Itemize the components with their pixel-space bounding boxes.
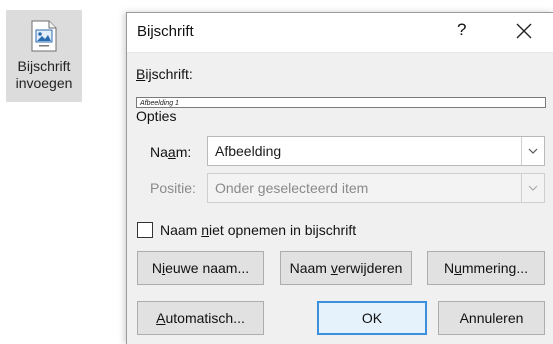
caption-label: Bijschrift:	[136, 66, 193, 82]
delete-label-button[interactable]: Naam v erwijderen	[280, 251, 412, 285]
close-icon[interactable]	[512, 19, 536, 43]
insert-caption-icon	[31, 20, 57, 52]
position-dropdown-value: Onder geselecteerd item	[215, 180, 369, 196]
numbering-button[interactable]: Nu mmering...	[427, 251, 545, 285]
name-dropdown-value: Afbeelding	[215, 143, 282, 159]
cancel-button[interactable]: Annuleren	[438, 301, 545, 335]
new-label-button[interactable]: Ni euwe naam...	[137, 251, 264, 285]
exclude-label-checkbox[interactable]	[137, 222, 153, 238]
ribbon-button-label: Bijschrift invoegen	[16, 58, 73, 92]
options-heading: Opties	[136, 108, 177, 124]
dialog-title: Bijschrift	[137, 23, 194, 40]
position-label: Positie:	[150, 180, 196, 196]
chevron-down-icon[interactable]	[521, 137, 544, 165]
ribbon-label-line2: invoegen	[15, 75, 73, 91]
insert-caption-ribbon-button[interactable]: Bijschrift invoegen	[6, 10, 82, 102]
caption-label-rest: ijschrift:	[145, 66, 193, 82]
caption-dialog: Bijschrift ? Bijschrift: Afbeelding 1 Op…	[126, 12, 553, 344]
dialog-titlebar: Bijschrift ?	[127, 13, 553, 53]
autocaption-button[interactable]: Automatisch...	[137, 301, 264, 335]
ok-button[interactable]: OK	[317, 301, 427, 335]
ribbon-label-line1: Bijschrift	[17, 58, 71, 74]
help-button[interactable]: ?	[457, 20, 466, 40]
chevron-down-icon	[521, 174, 544, 202]
caption-input[interactable]: Afbeelding 1	[136, 97, 546, 108]
name-dropdown[interactable]: Afbeelding	[207, 136, 545, 166]
exclude-label-text: Naam niet opnemen in bijschrift	[160, 222, 357, 238]
position-dropdown: Onder geselecteerd item	[207, 173, 545, 203]
name-label: Naam:	[150, 144, 192, 160]
